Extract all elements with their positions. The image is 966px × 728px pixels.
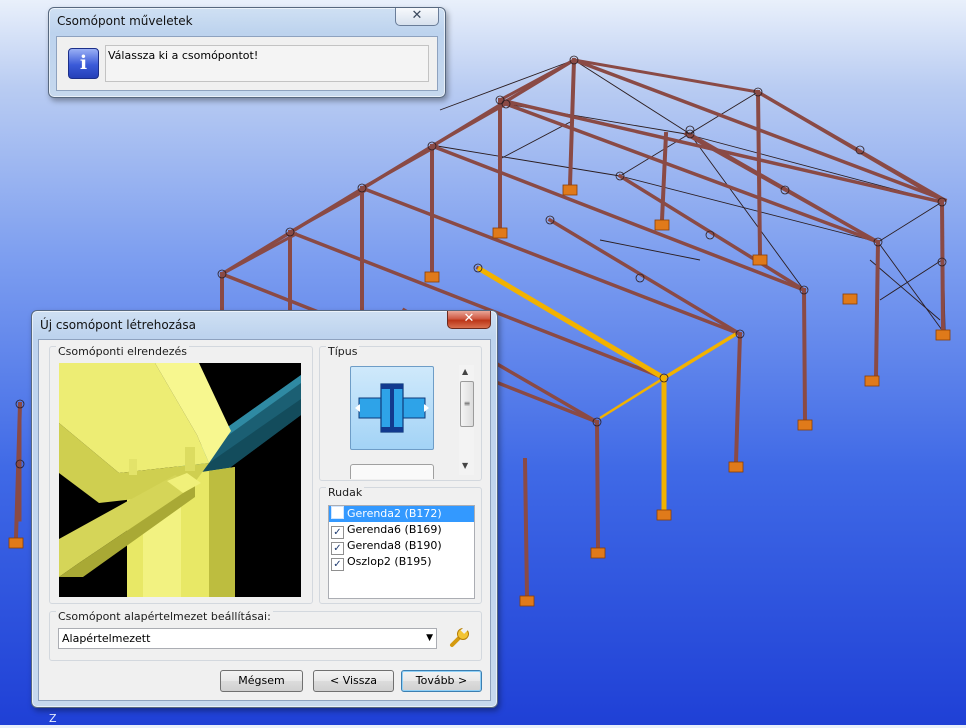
structure-member: [599, 376, 665, 420]
support-block: [864, 375, 880, 387]
member-item[interactable]: Gerenda2 (B172): [329, 506, 474, 522]
support-block: [492, 227, 508, 239]
scroll-up-icon[interactable]: ▲: [462, 367, 468, 376]
member-item[interactable]: ✓ Gerenda8 (B190): [329, 538, 474, 555]
structure-member: [287, 187, 369, 235]
message-text-box: Válassza ki a csomópontot!: [105, 45, 429, 82]
support-block: [654, 219, 670, 231]
member-label: Oszlop2 (B195): [347, 555, 432, 568]
message-dialog-title: Csomópont műveletek: [57, 14, 193, 28]
structure-member: [663, 332, 737, 380]
member-label: Gerenda8 (B190): [347, 539, 442, 552]
support-block: [752, 254, 768, 266]
support-block: [424, 271, 440, 283]
defaults-group-label: Csomópont alapértelmezet beállításai:: [56, 610, 273, 623]
structure-member: [436, 145, 621, 177]
structure-member: [497, 57, 577, 103]
member-item[interactable]: ✓ Oszlop2 (B195): [329, 554, 474, 571]
joint-preview-image: [59, 363, 301, 597]
message-text: Válassza ki a csomópontot!: [108, 49, 259, 62]
structure-member: [873, 239, 881, 379]
members-group: Rudak Gerenda2 (B172) ✓ Gerenda6 (B169) ✓ Ge…: [319, 486, 482, 604]
connection-dialog-close-button[interactable]: ✕: [447, 311, 491, 329]
defaults-select-value: Alapértelmezett: [62, 632, 151, 645]
support-block: [562, 184, 578, 196]
member-checkbox[interactable]: ✓: [331, 558, 344, 571]
structure-member: [755, 89, 948, 203]
structure-member: [567, 57, 577, 188]
structure-member: [879, 259, 943, 301]
members-group-label: Rudak: [326, 486, 365, 499]
structure-member: [219, 231, 299, 277]
layout-group-label: Csomóponti elrendezés: [56, 345, 190, 358]
scroll-down-icon[interactable]: ▼: [462, 461, 468, 470]
structure-member: [476, 265, 666, 381]
structure-member: [547, 217, 743, 337]
structure-member: [429, 101, 509, 149]
defaults-group: Csomópont alapértelmezet beállításai: Al…: [49, 610, 482, 661]
defaults-select[interactable]: Alapértelmezett ▼: [58, 628, 437, 649]
support-block: [797, 419, 813, 431]
member-label: Gerenda2 (B172): [347, 507, 442, 520]
structure-member: [877, 241, 943, 331]
structure-member: [869, 259, 941, 321]
support-block: [728, 461, 744, 473]
support-block: [8, 537, 24, 549]
structure-member: [801, 287, 808, 423]
type-option-selected[interactable]: [350, 366, 434, 450]
structure-member: [594, 419, 601, 551]
type-scrollbar[interactable]: ▲ ≡ ▼: [459, 365, 474, 475]
structure-member: [755, 89, 763, 258]
info-icon: i: [68, 48, 99, 79]
structure-member: [659, 131, 669, 223]
type-option-next[interactable]: [350, 464, 434, 479]
type-group: Típus ▲ ≡ ▼: [319, 345, 482, 481]
wrench-icon[interactable]: [449, 626, 471, 648]
structure-member: [733, 331, 743, 465]
support-block: [519, 595, 535, 607]
chevron-down-icon[interactable]: ▼: [426, 629, 433, 648]
structure-member: [687, 131, 881, 245]
structure-member: [877, 201, 943, 243]
support-block: [590, 547, 606, 559]
member-checkbox[interactable]: [331, 506, 344, 519]
axis-z-label: Z: [49, 712, 57, 725]
type-group-label: Típus: [326, 345, 360, 358]
layout-group: Csomóponti elrendezés: [49, 345, 313, 604]
support-block: [842, 293, 858, 305]
cancel-button[interactable]: Mégsem: [220, 670, 303, 692]
structure-member: [572, 58, 760, 94]
member-label: Gerenda6 (B169): [347, 523, 442, 536]
connection-dialog: Új csomópont létrehozása ✕ Csomóponti el…: [31, 310, 498, 708]
support-block: [656, 509, 672, 521]
joint-preview: [59, 363, 301, 597]
members-list[interactable]: Gerenda2 (B172) ✓ Gerenda6 (B169) ✓ Gerenda8…: [328, 505, 475, 599]
back-button[interactable]: < Vissza: [313, 670, 394, 692]
scroll-thumb[interactable]: ≡: [460, 381, 474, 427]
structure-member: [617, 173, 807, 293]
next-button[interactable]: Tovább >: [401, 670, 482, 692]
message-dialog-body: i Válassza ki a csomópontot!: [56, 36, 438, 91]
beam-to-column-joint-icon: [355, 383, 429, 433]
structure-member: [359, 143, 440, 191]
message-dialog-close-button[interactable]: ✕: [395, 8, 439, 26]
message-dialog: Csomópont műveletek ✕ i Válassza ki a cs…: [48, 7, 446, 98]
connection-dialog-body: Csomóponti elrendezés Típus ▲ ≡ ▼ Rudak …: [38, 339, 491, 701]
member-item[interactable]: ✓ Gerenda6 (B169): [329, 522, 474, 539]
structure-member: [522, 457, 530, 599]
support-block: [935, 329, 951, 341]
connection-dialog-title: Új csomópont létrehozása: [40, 318, 196, 332]
